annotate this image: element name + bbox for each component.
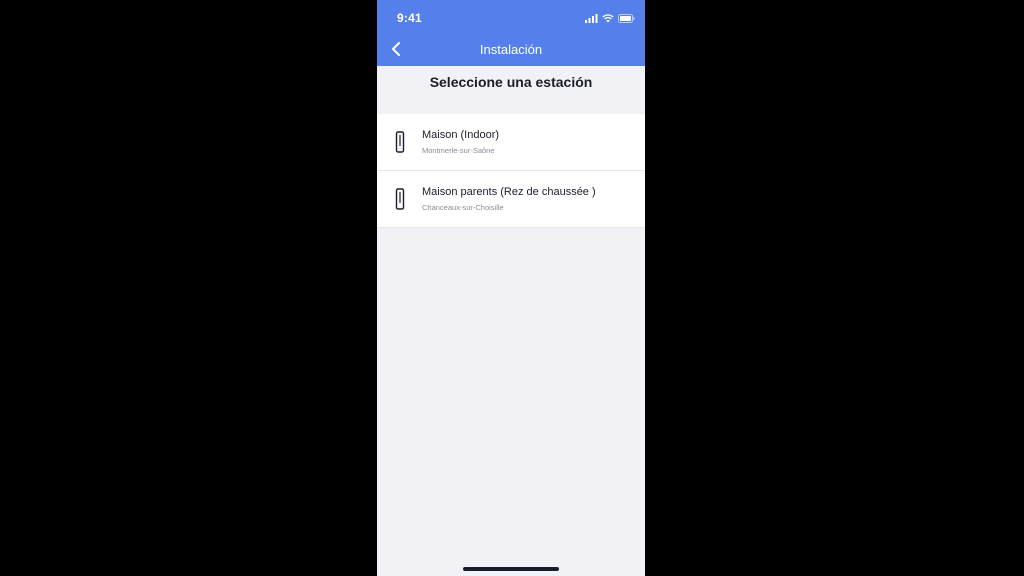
- station-device-icon: [395, 131, 405, 153]
- phone-screen: 9:41 Instalación Seleccione una estación…: [377, 0, 645, 576]
- station-name: Maison parents (Rez de chaussée ): [422, 186, 596, 198]
- station-device-icon: [395, 188, 405, 210]
- station-location: Chanceaux-sur-Choisille: [422, 203, 504, 212]
- app-header: 9:41 Instalación: [377, 0, 645, 66]
- page-title: Instalación: [479, 42, 543, 57]
- section-title: Seleccione una estación: [429, 74, 593, 90]
- station-item-maison-indoor[interactable]: Maison (Indoor) Montmerle-sur-Saône: [377, 114, 645, 171]
- signal-icon: [585, 13, 598, 23]
- station-name: Maison (Indoor): [422, 129, 500, 141]
- home-indicator[interactable]: [463, 567, 559, 571]
- station-item-maison-parents[interactable]: Maison parents (Rez de chaussée ) Chance…: [377, 171, 645, 228]
- station-list: Maison (Indoor) Montmerle-sur-Saône Mais…: [377, 114, 645, 228]
- status-time: 9:41: [397, 11, 422, 25]
- status-icons: [585, 12, 635, 24]
- station-location: Montmerle-sur-Saône: [422, 146, 495, 155]
- wifi-icon: [602, 13, 614, 22]
- battery-icon: [618, 13, 635, 23]
